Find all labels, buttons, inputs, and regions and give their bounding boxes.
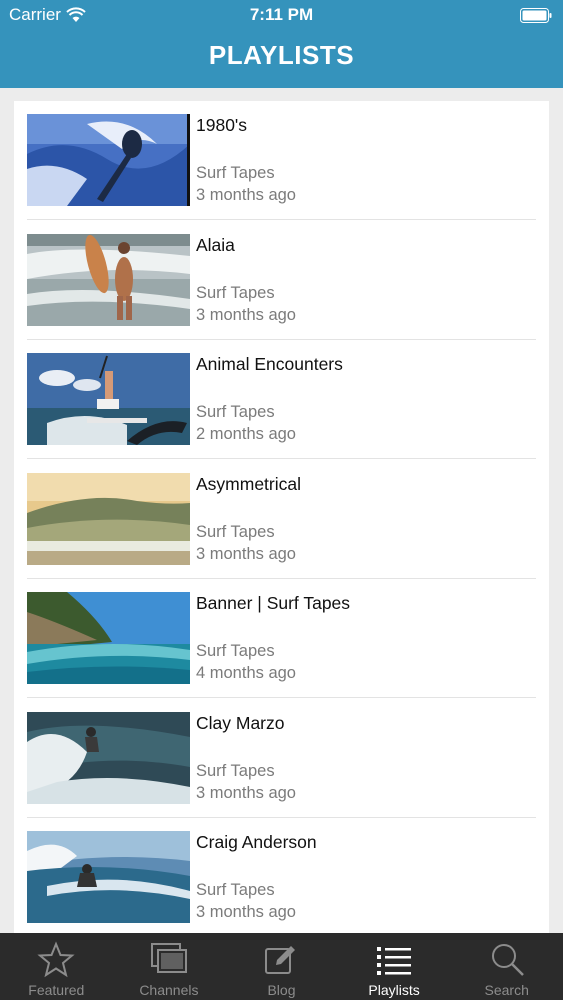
playlist-row-craig-anderson[interactable]: Craig Anderson Surf Tapes 3 months ago	[14, 818, 549, 933]
status-time: 7:11 PM	[249, 5, 314, 24]
edit-icon	[265, 946, 296, 974]
battery-icon	[520, 8, 552, 23]
playlist-title: 1980's	[196, 115, 248, 135]
playlist-title: Banner | Surf Tapes	[196, 593, 351, 613]
playlist-thumbnail	[27, 233, 190, 326]
playlist-age: 4 months ago	[196, 664, 296, 682]
tab-blog[interactable]: Blog	[225, 933, 338, 1000]
playlist-title: Animal Encounters	[196, 354, 343, 374]
playlist-thumbnail	[27, 592, 190, 684]
tab-bar: Featured Channels Blog Playlists Search	[0, 933, 563, 1000]
playlist-age: 3 months ago	[196, 783, 296, 802]
page-title: PLAYLISTS	[208, 40, 355, 70]
tab-label: Playlists	[368, 982, 420, 998]
tab-search[interactable]: Search	[450, 933, 563, 1000]
playlist-row-clay-marzo[interactable]: Clay Marzo Surf Tapes 3 months ago	[14, 699, 549, 818]
playlist-channel: Surf Tapes	[196, 164, 275, 182]
tab-label: Channels	[139, 982, 199, 998]
playlist-thumbnail	[27, 114, 190, 206]
list-icon	[377, 947, 412, 975]
playlist-row-1980s[interactable]: 1980's Surf Tapes 3 months ago	[14, 101, 549, 220]
playlist-channel: Surf Tapes	[196, 642, 275, 660]
playlist-channel: Surf Tapes	[196, 761, 275, 780]
star-icon	[37, 941, 75, 978]
playlist-age: 3 months ago	[196, 544, 296, 563]
tab-label: Search	[484, 982, 529, 998]
playlist-row-alaia[interactable]: Alaia Surf Tapes 3 months ago	[14, 221, 549, 340]
playlist-age: 2 months ago	[196, 425, 296, 443]
tab-label: Featured	[28, 982, 85, 998]
playlist-age: 3 months ago	[196, 305, 296, 324]
playlist-thumbnail	[27, 353, 190, 445]
tab-playlists[interactable]: Playlists	[338, 933, 451, 1000]
nav-header: Carrier 7:11 PM PLAYLISTS	[0, 0, 563, 88]
playlist-thumbnail	[27, 711, 190, 804]
tab-channels[interactable]: Channels	[113, 933, 226, 1000]
playlist-channel: Surf Tapes	[196, 403, 275, 421]
playlist-title: Craig Anderson	[196, 832, 317, 852]
tab-label: Blog	[267, 982, 296, 998]
playlist-channel: Surf Tapes	[196, 283, 275, 302]
playlist-title: Clay Marzo	[196, 712, 285, 733]
tab-featured[interactable]: Featured	[0, 933, 113, 1000]
playlist-channel: Surf Tapes	[196, 522, 275, 541]
playlist-row-asymmetrical[interactable]: Asymmetrical Surf Tapes 3 months ago	[14, 460, 549, 579]
playlist-title: Alaia	[196, 234, 235, 255]
channels-icon	[150, 943, 187, 973]
playlist-thumbnail	[27, 472, 190, 565]
search-icon	[491, 944, 524, 976]
playlist-row-animal-encounters[interactable]: Animal Encounters Surf Tapes 2 months ag…	[14, 340, 549, 459]
playlist-thumbnail	[27, 831, 190, 923]
playlist-age: 3 months ago	[196, 903, 296, 921]
playlist-row-banner[interactable]: Banner | Surf Tapes Surf Tapes 4 months …	[14, 579, 549, 698]
playlist-channel: Surf Tapes	[196, 881, 275, 899]
status-bar: Carrier 7:11 PM	[0, 0, 563, 30]
playlist-list: 1980's Surf Tapes 3 months ago Alaia Sur…	[14, 101, 549, 933]
playlist-title: Asymmetrical	[196, 473, 302, 494]
playlist-age: 3 months ago	[196, 186, 296, 204]
